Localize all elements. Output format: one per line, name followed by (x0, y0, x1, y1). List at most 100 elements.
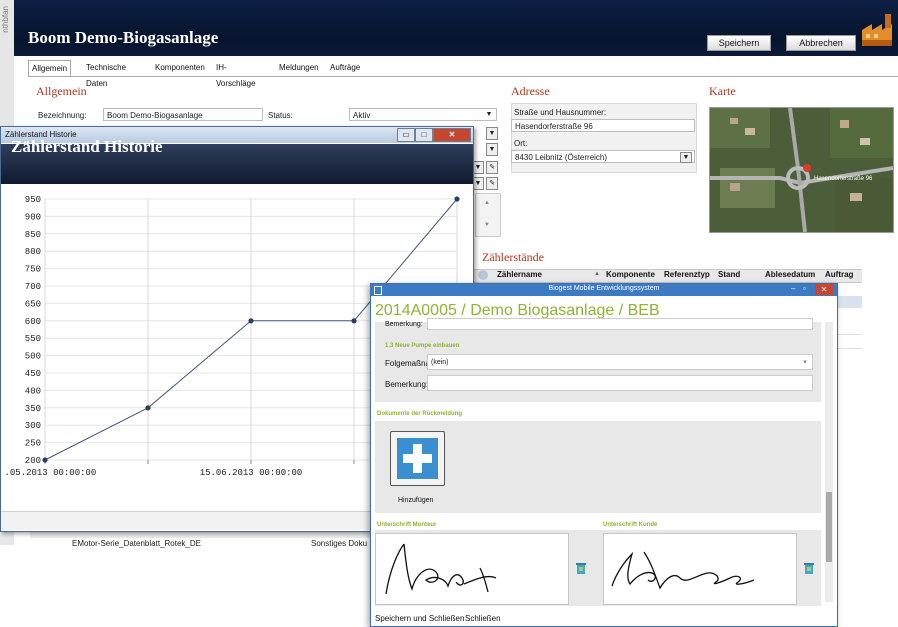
sort-asc-icon: ▲ (594, 271, 600, 277)
minimize-icon[interactable]: – (791, 284, 795, 293)
col-stand[interactable]: Stand (718, 270, 740, 279)
scroll-up-icon: ▲ (484, 200, 490, 206)
map-view[interactable]: Hasendorferstraße 96 (709, 107, 894, 233)
street-label: Straße und Hausnummer: (514, 108, 607, 117)
close-icon[interactable]: ✕ (815, 284, 833, 295)
y-tick-label: 600 (25, 317, 41, 327)
dropdown-toggle-1[interactable]: ▼ (486, 127, 498, 140)
plus-icon (397, 438, 438, 479)
section-karte-heading: Karte (709, 84, 736, 98)
col-ablesedatum[interactable]: Ablesedatum (765, 270, 815, 279)
data-point (351, 318, 357, 324)
strip-label: nthbfan (1, 6, 10, 33)
y-tick-label: 300 (25, 421, 41, 431)
minimize-icon[interactable]: ▭ (397, 128, 415, 142)
y-tick-label: 500 (25, 352, 41, 362)
table-row[interactable] (836, 322, 862, 335)
y-tick-label: 200 (25, 456, 41, 466)
y-tick-label: 650 (25, 299, 41, 309)
map-pin-label: Hasendorferstraße 96 (814, 176, 873, 182)
tab-komponenten[interactable]: Komponenten (152, 60, 208, 76)
app-title: Boom Demo-Biogasanlage (28, 28, 219, 47)
tab-divider (28, 76, 898, 77)
cancel-button[interactable]: Abbrechen (786, 35, 856, 51)
y-tick-label: 850 (25, 230, 41, 240)
tab-ih-vorschlaege[interactable]: IH-Vorschläge (213, 60, 259, 88)
bemerkung-top-input[interactable] (427, 318, 813, 330)
y-tick-label: 950 (25, 195, 41, 205)
bezeichnung-input[interactable]: Boom Demo-Biogasanlage (103, 108, 263, 121)
add-document-button[interactable] (390, 431, 445, 486)
save-button[interactable]: Speichern (707, 35, 771, 51)
close-icon[interactable]: ✕ (433, 128, 471, 142)
scroll-down-icon: ▼ (484, 222, 490, 228)
chevron-down-icon: ▾ (803, 359, 807, 366)
trash-icon (576, 563, 586, 574)
app-icon (374, 286, 382, 295)
col-auftrag[interactable]: Auftrag (825, 270, 853, 279)
edit-icon[interactable]: ✎ (486, 161, 498, 174)
scrollbar[interactable]: ▲ ▼ (475, 193, 501, 237)
tab-technische-daten[interactable]: Technische Daten (83, 60, 129, 88)
x-tick-label: 15.06.2013 00:00:00 (200, 468, 303, 478)
table-row-selected[interactable] (836, 296, 862, 308)
y-tick-label: 450 (25, 369, 41, 379)
clear-signature-monteur-icon[interactable] (574, 561, 588, 575)
y-tick-label: 900 (25, 212, 41, 222)
y-tick-label: 750 (25, 265, 41, 275)
grid-settings-icon[interactable] (478, 270, 488, 280)
factory-logo-icon (862, 14, 892, 46)
signature-monteur-drawing (385, 543, 497, 595)
clear-signature-kunde-icon[interactable] (802, 561, 816, 575)
folge-select[interactable]: (kein) ▾ (427, 354, 813, 370)
section-adresse-heading: Adresse (511, 84, 550, 98)
bemerkung-top-label: Bemerkung: (385, 321, 423, 328)
col-zaehlername[interactable]: Zählername (497, 270, 542, 279)
task-label: 1.3 Neue Pumpe einbauen (385, 343, 460, 349)
col-referenztyp[interactable]: Referenztyp (664, 270, 710, 279)
close-button[interactable]: Schließen (465, 614, 501, 623)
tab-meldungen[interactable]: Meldungen (276, 60, 322, 76)
signature-monteur-box[interactable] (375, 533, 569, 605)
col-komponente[interactable]: Komponente (606, 270, 655, 279)
mobile-window: Biogest Mobile Entwicklungssystem – ▫ ✕ … (370, 283, 838, 627)
status-label: Status: (268, 111, 293, 120)
mobile-scroll-thumb[interactable] (826, 492, 832, 562)
table-row[interactable] (836, 336, 862, 349)
city-select[interactable]: 8430 Leibnitz (Österreich) ▼ (511, 150, 695, 163)
data-point (454, 196, 460, 202)
status-select[interactable]: Aktiv ▼ (349, 108, 497, 121)
status-value: Aktiv (353, 111, 371, 120)
tab-allgemein[interactable]: Allgemein (28, 60, 72, 77)
signature-kunde-box[interactable] (603, 533, 797, 605)
add-label: Hinzufügen (398, 497, 434, 504)
y-tick-label: 250 (25, 439, 41, 449)
sig-kunde-label: Unterschrift Kunde (603, 522, 658, 528)
document-name[interactable]: EMotor-Serie_Datenblatt_Rotek_DE (72, 539, 201, 548)
city-label: Ort: (514, 139, 528, 148)
data-point (248, 318, 254, 324)
bemerkung-label: Bemerkung: (385, 380, 429, 389)
y-tick-label: 400 (25, 386, 41, 396)
save-close-button[interactable]: Speichern und Schließen (375, 614, 464, 623)
mobile-window-title: Biogest Mobile Entwicklungssystem (548, 285, 660, 292)
street-input[interactable]: Hasendorferstraße 96 (511, 119, 695, 132)
mobile-scrollbar[interactable] (825, 322, 833, 602)
edit-icon-2[interactable]: ✎ (486, 177, 498, 190)
y-tick-label: 350 (25, 404, 41, 414)
tab-auftraege[interactable]: Aufträge (327, 60, 363, 76)
trash-icon (804, 563, 814, 574)
bemerkung-input[interactable] (427, 375, 813, 391)
historie-title: Zählerstand Historie (11, 137, 163, 156)
city-value: 8430 Leibnitz (Österreich) (515, 153, 608, 162)
section-zaehlerstaende-heading: Zählerstände (482, 250, 544, 264)
maximize-icon[interactable]: □ (415, 128, 433, 142)
dropdown-toggle-2[interactable]: ▼ (486, 143, 498, 156)
docs-section-label: Dokumente der Rückmeldung (377, 411, 463, 417)
data-point (145, 405, 151, 411)
chevron-down-icon: ▼ (680, 152, 692, 163)
sig-monteur-label: Unterschrift Monteur (377, 522, 437, 528)
maximize-icon[interactable]: ▫ (803, 284, 806, 293)
folge-value: (kein) (431, 359, 449, 366)
x-tick-label: 15.05.2013 00:00:00 (5, 468, 96, 478)
